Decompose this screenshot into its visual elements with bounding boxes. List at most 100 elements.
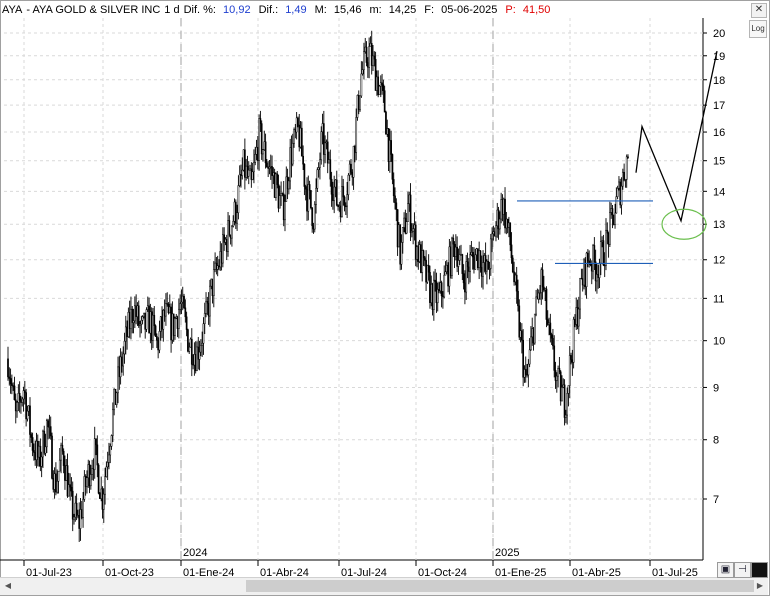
candle xyxy=(22,386,25,412)
candle xyxy=(487,254,490,270)
candle xyxy=(545,286,548,328)
candle xyxy=(427,254,430,281)
candle xyxy=(540,267,543,305)
candle xyxy=(53,467,56,499)
candle xyxy=(228,215,231,237)
candle xyxy=(215,257,218,275)
candle xyxy=(607,231,610,258)
candle xyxy=(241,157,244,180)
scroll-left-icon[interactable]: ◀ xyxy=(2,580,14,592)
candle xyxy=(123,332,126,364)
candle xyxy=(365,41,368,67)
candle xyxy=(496,202,499,238)
candle xyxy=(13,376,16,401)
candle xyxy=(137,300,140,328)
candle xyxy=(491,227,493,253)
candle xyxy=(224,237,227,246)
candle xyxy=(84,474,87,496)
candle xyxy=(91,459,93,481)
candle xyxy=(281,192,284,197)
candle xyxy=(429,265,431,309)
color-square-icon[interactable] xyxy=(751,562,768,578)
candle xyxy=(187,328,189,353)
candle xyxy=(366,57,369,78)
candle xyxy=(328,151,330,164)
candle xyxy=(92,458,95,481)
pin-icon[interactable]: ⊣ xyxy=(734,562,751,578)
candle xyxy=(338,201,341,212)
price-chart[interactable]: 789101112131415161718192001-Jul-23 01-Oct… xyxy=(0,0,770,596)
candle xyxy=(163,299,166,322)
candle xyxy=(417,241,420,270)
price-tick-label: 8 xyxy=(713,435,719,447)
price-tick-label: 16 xyxy=(713,127,725,139)
candle xyxy=(146,296,149,312)
log-scale-toggle[interactable]: Log xyxy=(749,20,767,38)
candle xyxy=(218,259,220,271)
candle xyxy=(154,324,157,337)
candle xyxy=(567,385,570,407)
candle xyxy=(575,297,578,330)
candle xyxy=(313,201,316,233)
price-tick-label: 11 xyxy=(713,293,724,305)
candle xyxy=(400,234,403,270)
candle xyxy=(577,296,580,335)
candle xyxy=(276,170,279,189)
candle xyxy=(489,233,492,276)
candle xyxy=(57,470,60,494)
candle xyxy=(544,287,547,302)
candle xyxy=(409,183,412,242)
candle xyxy=(75,493,78,521)
candle xyxy=(83,470,86,502)
candle xyxy=(321,113,324,145)
candle xyxy=(168,294,171,314)
candle xyxy=(206,296,209,315)
candle xyxy=(510,232,513,264)
horizontal-scrollbar[interactable]: ◀ ▶ xyxy=(0,577,768,595)
candle xyxy=(117,356,119,404)
candle xyxy=(625,154,628,188)
candle xyxy=(471,246,474,270)
candle xyxy=(391,153,394,185)
candle xyxy=(475,247,478,261)
candle xyxy=(526,364,528,378)
candle xyxy=(246,155,249,179)
candle xyxy=(17,384,20,412)
candle xyxy=(143,312,145,319)
save-icon[interactable]: ▣ xyxy=(717,562,734,578)
candle xyxy=(439,272,442,294)
candle xyxy=(130,296,132,340)
candle xyxy=(601,236,603,248)
candle xyxy=(148,297,150,334)
candle xyxy=(438,281,440,294)
candle xyxy=(521,323,523,354)
candle xyxy=(354,144,356,163)
candle xyxy=(55,462,57,496)
candle xyxy=(493,227,496,237)
scroll-right-icon[interactable]: ▶ xyxy=(754,580,766,592)
candle xyxy=(395,198,398,222)
candle xyxy=(16,400,18,418)
candle xyxy=(583,258,585,290)
candle xyxy=(223,227,226,251)
price-tick-label: 20 xyxy=(713,28,725,40)
candle xyxy=(267,161,270,178)
scrollbar-thumb[interactable] xyxy=(246,580,754,592)
candle xyxy=(255,139,258,161)
candle xyxy=(623,163,625,182)
candle xyxy=(442,291,444,309)
candle xyxy=(277,174,280,213)
candle xyxy=(232,215,235,228)
candle xyxy=(445,259,448,275)
candle xyxy=(93,426,96,479)
candle xyxy=(506,218,509,234)
candle xyxy=(108,442,110,470)
candle xyxy=(414,221,417,267)
candle xyxy=(73,513,75,525)
candle xyxy=(74,495,77,522)
candle xyxy=(581,268,584,292)
candle xyxy=(127,307,130,338)
candle xyxy=(337,204,339,211)
candle xyxy=(576,299,579,330)
candle xyxy=(23,381,26,405)
